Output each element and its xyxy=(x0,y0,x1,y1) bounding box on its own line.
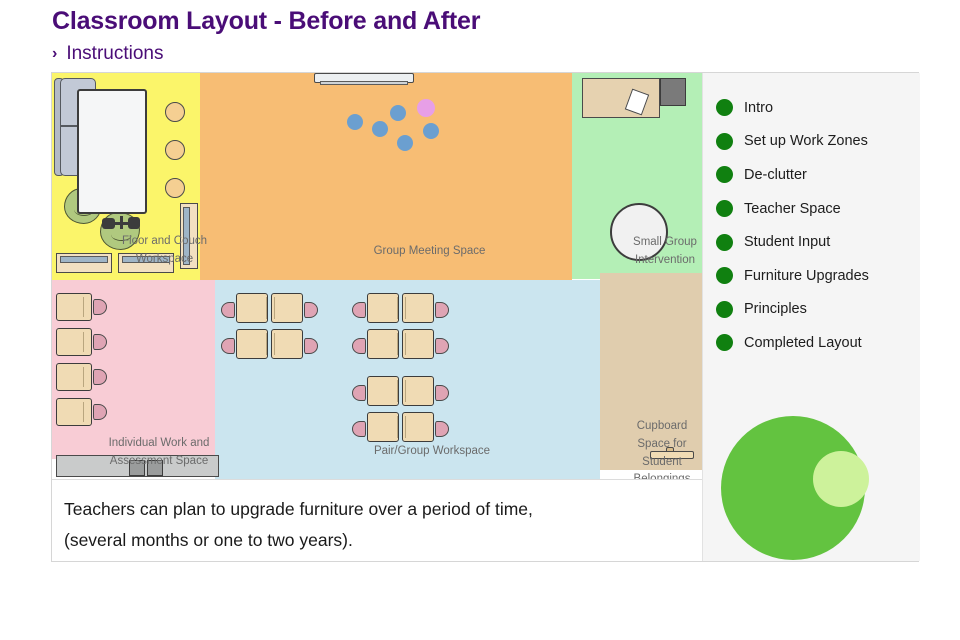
student-chair xyxy=(352,385,366,401)
caption-box: Teachers can plan to upgrade furniture o… xyxy=(52,479,702,561)
zone-green-strip xyxy=(572,273,600,279)
chevron-right-icon: › xyxy=(52,45,58,62)
stool xyxy=(165,140,185,160)
student-desk xyxy=(402,412,434,442)
student-desk xyxy=(367,329,399,359)
sidebar-item-student-input[interactable]: Student Input xyxy=(703,225,920,259)
student-desk xyxy=(56,293,92,321)
student-chair xyxy=(221,302,235,318)
student-desk xyxy=(402,293,434,323)
student-dot xyxy=(372,121,388,137)
caption-line-1: Teachers can plan to upgrade furniture o… xyxy=(64,499,533,519)
sink-counter xyxy=(56,455,219,477)
student-desk xyxy=(367,412,399,442)
student-desk xyxy=(271,293,303,323)
student-desk xyxy=(56,328,92,356)
sidebar-item-label: De-clutter xyxy=(744,166,807,183)
small-light-green-circle xyxy=(813,451,869,507)
bullet-icon xyxy=(716,166,733,184)
stool xyxy=(165,102,185,122)
sidebar-item-label: Furniture Upgrades xyxy=(744,267,869,284)
bullet-icon xyxy=(716,132,733,150)
breadcrumb[interactable]: › Instructions xyxy=(52,43,163,65)
teacher-desk xyxy=(582,78,660,118)
bullet-icon xyxy=(716,267,733,285)
whiteboard-ledge xyxy=(320,81,408,85)
student-desk xyxy=(367,376,399,406)
student-dot xyxy=(390,105,406,121)
student-desk xyxy=(56,363,92,391)
sidebar-item-teacher-space[interactable]: Teacher Space xyxy=(703,192,920,226)
caption-line-2: (several months or one to two years). xyxy=(64,529,353,550)
student-desk xyxy=(56,398,92,426)
student-desk xyxy=(271,329,303,359)
sidebar-item-principles[interactable]: Principles xyxy=(703,293,920,327)
student-chair xyxy=(352,421,366,437)
sidebar-item-label: Student Input xyxy=(744,234,831,251)
student-dot xyxy=(397,135,413,151)
bookshelf xyxy=(180,203,198,269)
zone-group-meeting xyxy=(200,73,572,280)
progress-circles-graphic xyxy=(703,403,921,560)
student-dot xyxy=(423,123,439,139)
document-camera xyxy=(102,216,140,229)
sidebar-item-completed-layout[interactable]: Completed Layout xyxy=(703,326,920,360)
chapter-list: Intro Set up Work Zones De-clutter Teach… xyxy=(703,73,920,360)
sidebar-item-de-clutter[interactable]: De-clutter xyxy=(703,158,920,192)
stool xyxy=(165,178,185,198)
student-dot xyxy=(347,114,363,130)
zone-cupboard-space xyxy=(600,273,702,470)
sidebar-item-set-up-work-zones[interactable]: Set up Work Zones xyxy=(703,125,920,159)
round-table xyxy=(610,203,668,261)
breadcrumb-item-instructions[interactable]: Instructions xyxy=(66,43,163,65)
sidebar-item-label: Set up Work Zones xyxy=(744,133,868,150)
student-desk xyxy=(236,293,268,323)
teacher-dot xyxy=(417,99,435,117)
bookshelf xyxy=(56,253,112,273)
sidebar-item-label: Completed Layout xyxy=(744,334,862,351)
chapter-sidebar: Intro Set up Work Zones De-clutter Teach… xyxy=(702,73,920,561)
student-desk xyxy=(402,329,434,359)
student-desk xyxy=(236,329,268,359)
sidebar-item-label: Intro xyxy=(744,99,774,116)
bullet-icon xyxy=(716,334,733,352)
student-desk xyxy=(367,293,399,323)
sidebar-item-label: Teacher Space xyxy=(744,200,841,217)
teacher-cabinet xyxy=(660,78,686,106)
bullet-icon xyxy=(716,233,733,251)
bullet-icon xyxy=(716,300,733,318)
student-chair xyxy=(221,338,235,354)
bookshelf xyxy=(118,253,174,273)
student-chair xyxy=(352,338,366,354)
sidebar-item-intro[interactable]: Intro xyxy=(703,91,920,125)
student-chair xyxy=(352,302,366,318)
student-desk xyxy=(402,376,434,406)
sidebar-item-furniture-upgrades[interactable]: Furniture Upgrades xyxy=(703,259,920,293)
floor-rug xyxy=(77,89,147,214)
cupboard-shelf xyxy=(650,451,694,459)
classroom-floorplan[interactable]: Floor and Couch Workspace Group Meeting … xyxy=(52,73,702,479)
sidebar-item-label: Principles xyxy=(744,301,807,318)
page-title: Classroom Layout - Before and After xyxy=(52,7,481,35)
bullet-icon xyxy=(716,200,733,218)
bullet-icon xyxy=(716,99,733,117)
content-card: Floor and Couch Workspace Group Meeting … xyxy=(51,72,920,562)
